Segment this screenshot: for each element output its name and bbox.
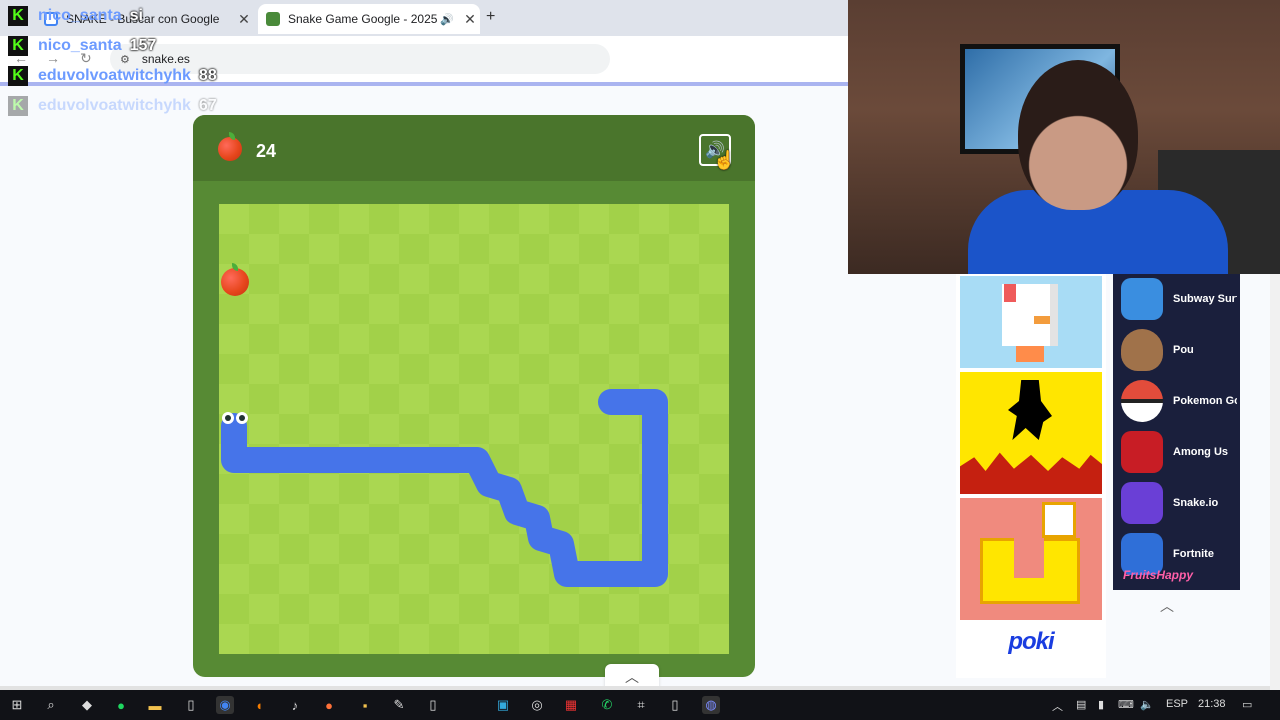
apple-score-icon xyxy=(218,132,242,161)
chat-username: eduvolvoatwitchyhk xyxy=(38,67,191,84)
among-us-icon xyxy=(1121,431,1163,473)
copilot-icon[interactable]: ◆ xyxy=(78,696,96,714)
chevron-up-icon: ︿ xyxy=(625,669,639,685)
game-item-among-us[interactable]: Among Us xyxy=(1121,429,1237,475)
chat-text: 88 xyxy=(198,67,217,84)
tab-audio-icon[interactable]: 🔊 xyxy=(440,13,456,26)
poki-logo[interactable]: poki xyxy=(956,628,1106,656)
network-icon[interactable]: ⌨ xyxy=(1118,698,1134,711)
app-icon[interactable]: ▪ xyxy=(356,696,374,714)
clock[interactable]: 21:38 xyxy=(1198,698,1226,710)
chat-username: nico_santa xyxy=(38,37,122,54)
windows-start-icon[interactable]: ⊞ xyxy=(8,696,26,714)
tab-title: Snake Game Google - 2025 xyxy=(288,12,438,26)
chat-message: K eduvolvoatwitchyhk 67 xyxy=(8,96,217,116)
fruits-happy-banner[interactable]: FruitsHappy xyxy=(1123,568,1193,582)
chat-text: 67 xyxy=(198,97,217,114)
document-icon[interactable]: ▯ xyxy=(424,696,442,714)
game-item-snake-io[interactable]: Snake.io xyxy=(1121,480,1237,526)
chat-username: eduvolvoatwitchyhk xyxy=(38,97,191,114)
game-item-subway-surfers[interactable]: Subway Surfe xyxy=(1121,276,1237,322)
subway-surfers-icon xyxy=(1121,278,1163,320)
close-tab-icon[interactable]: ✕ xyxy=(460,11,480,28)
chat-text: si xyxy=(129,7,143,24)
snake-favicon-icon xyxy=(266,12,280,26)
whatsapp-icon[interactable]: ✆ xyxy=(598,696,616,714)
obs-icon[interactable]: ◎ xyxy=(528,696,546,714)
search-icon[interactable]: ⌕ xyxy=(42,696,60,714)
game-tile-block-snake[interactable] xyxy=(960,498,1102,620)
tray-chevron-icon[interactable]: ︿ xyxy=(1052,698,1063,714)
pou-icon xyxy=(1121,329,1163,371)
tiktok-icon[interactable]: ♪ xyxy=(286,696,304,714)
kick-logo-icon: K xyxy=(8,36,28,56)
app-icon[interactable]: ⌗ xyxy=(632,696,650,714)
poki-sidebar: poki xyxy=(956,274,1106,678)
tab-snake-game[interactable]: Snake Game Google - 2025 🔊 ✕ xyxy=(258,4,480,34)
mouse-pointer-icon: ☝ xyxy=(713,150,736,170)
discord-icon[interactable]: ◍ xyxy=(702,696,720,714)
game-tile-crossy-road[interactable] xyxy=(960,276,1102,368)
chat-message: K eduvolvoatwitchyhk 88 xyxy=(8,66,217,86)
snake-game[interactable]: 24 🔊 ☝ xyxy=(193,115,755,677)
file-icon[interactable]: ▯ xyxy=(182,696,200,714)
chat-text: 157 xyxy=(129,37,157,54)
game-name: Pokemon Go xyxy=(1173,395,1237,407)
kick-logo-icon: K xyxy=(8,6,28,26)
file-icon[interactable]: ▯ xyxy=(666,696,684,714)
game-name: Fortnite xyxy=(1173,548,1214,560)
poki-game-list: Subway Surfe Pou Pokemon Go Among Us Sna… xyxy=(1113,274,1240,590)
game-item-pokemon-go[interactable]: Pokemon Go xyxy=(1121,378,1237,424)
streamer-face xyxy=(1018,60,1138,210)
chat-username: nico_santa xyxy=(38,7,122,24)
firefox-icon[interactable]: ● xyxy=(320,696,338,714)
game-tile-runner[interactable] xyxy=(960,372,1102,494)
kick-logo-icon: K xyxy=(8,96,28,116)
game-board[interactable] xyxy=(219,204,729,654)
app-icon[interactable]: ◖ xyxy=(250,696,268,714)
pen-icon[interactable]: ✎ xyxy=(390,696,408,714)
game-name: Among Us xyxy=(1173,446,1228,458)
kick-logo-icon: K xyxy=(8,66,28,86)
snake xyxy=(221,389,668,587)
game-name: Pou xyxy=(1173,344,1194,356)
pokeball-icon xyxy=(1121,380,1163,422)
score: 24 xyxy=(256,141,277,161)
app-icon[interactable]: ▣ xyxy=(494,696,512,714)
close-tab-icon[interactable]: ✕ xyxy=(234,11,254,28)
snake-io-icon xyxy=(1121,482,1163,524)
game-name: Subway Surfe xyxy=(1173,293,1237,305)
file-explorer-icon[interactable]: ▬ xyxy=(146,696,164,714)
webcam-overlay xyxy=(848,0,1280,274)
new-tab-button[interactable]: + xyxy=(486,8,495,26)
game-header: 24 🔊 ☝ xyxy=(193,115,755,181)
chrome-icon[interactable]: ◉ xyxy=(216,696,234,714)
microphone-icon[interactable]: ▮ xyxy=(1098,698,1104,711)
language-indicator[interactable]: ESP xyxy=(1166,698,1188,710)
notifications-icon[interactable]: ▭ xyxy=(1242,698,1252,711)
chat-message: K nico_santa si xyxy=(8,6,143,26)
volume-icon[interactable]: 🔈 xyxy=(1140,698,1154,711)
spotify-icon[interactable]: ● xyxy=(112,696,130,714)
windows-taskbar: ⊞ ⌕ ◆ ● ▬ ▯ ◉ ◖ ♪ ● ▪ ✎ ▯ ▣ ◎ ▦ ✆ ⌗ ▯ ◍ … xyxy=(0,690,1280,720)
tray-app-icon[interactable]: ▤ xyxy=(1076,698,1086,711)
game-item-pou[interactable]: Pou xyxy=(1121,327,1237,373)
capture-icon[interactable]: ▦ xyxy=(562,696,580,714)
chat-message: K nico_santa 157 xyxy=(8,36,156,56)
game-name: Snake.io xyxy=(1173,497,1219,509)
scroll-up-chevron-icon[interactable]: ︿ xyxy=(1160,596,1174,616)
